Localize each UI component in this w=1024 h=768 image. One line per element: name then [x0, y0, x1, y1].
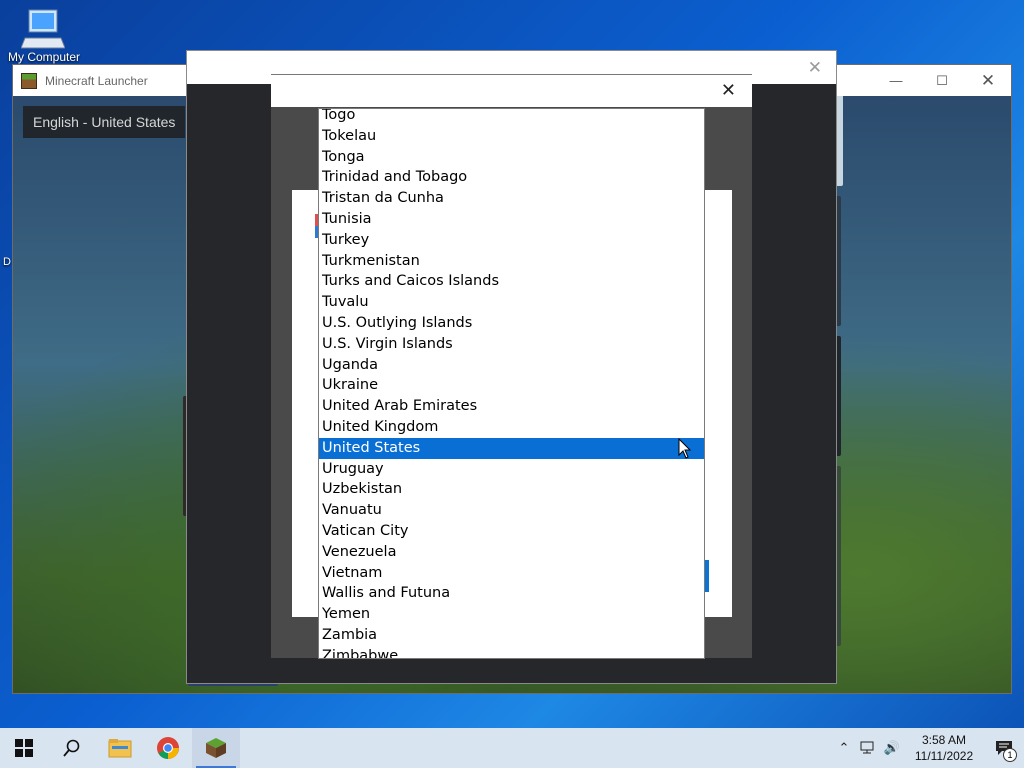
language-selector-button[interactable]: English - United States — [23, 106, 186, 138]
search-icon — [63, 739, 80, 757]
computer-icon — [21, 9, 65, 49]
chrome-button[interactable] — [144, 728, 192, 768]
country-option[interactable]: Uganda — [319, 355, 704, 376]
country-option[interactable]: Wallis and Futuna — [319, 583, 704, 604]
windows-logo-icon — [15, 739, 33, 757]
clock[interactable]: 3:58 AM 11/11/2022 — [904, 732, 984, 764]
country-option[interactable]: Uruguay — [319, 459, 704, 480]
clock-date: 11/11/2022 — [914, 749, 974, 763]
country-option[interactable]: Zimbabwe — [319, 646, 704, 658]
taskbar: ⌃ 🔊 3:58 AM 11/11/2022 1 — [0, 728, 1024, 768]
country-option[interactable]: Tonga — [319, 147, 704, 168]
chrome-icon — [157, 737, 179, 759]
country-option[interactable]: Vatican City — [319, 521, 704, 542]
desktop-icon-label: My Computer — [8, 50, 81, 64]
country-option[interactable]: United Arab Emirates — [319, 396, 704, 417]
notification-badge: 1 — [1003, 748, 1017, 762]
country-option[interactable]: Vanuatu — [319, 500, 704, 521]
mc-window-title: Minecraft Launcher — [45, 73, 148, 88]
close-button[interactable]: ✕ — [965, 65, 1011, 96]
minecraft-taskbar-button[interactable] — [192, 728, 240, 768]
country-options: Togo Tokelau Tonga Trinidad and Tobago Trist… — [319, 109, 704, 658]
start-button[interactable] — [0, 728, 48, 768]
country-dropdown-list[interactable]: Togo Tokelau Tonga Trinidad and Tobago Trist… — [318, 108, 705, 659]
country-option[interactable]: Tokelau — [319, 126, 704, 147]
desktop-side-label: D — [3, 256, 11, 268]
country-option[interactable]: Yemen — [319, 604, 704, 625]
maximize-button[interactable]: ☐ — [919, 65, 965, 96]
minecraft-block-icon — [206, 738, 226, 758]
country-option[interactable]: Trinidad and Tobago — [319, 167, 704, 188]
country-option[interactable]: U.S. Virgin Islands — [319, 334, 704, 355]
country-option[interactable]: Turkey — [319, 230, 704, 251]
country-option[interactable]: U.S. Outlying Islands — [319, 313, 704, 334]
mouse-cursor-icon — [678, 438, 692, 459]
notification-center-button[interactable]: 1 — [984, 728, 1024, 768]
country-option[interactable]: Ukraine — [319, 375, 704, 396]
country-option[interactable]: Venezuela — [319, 542, 704, 563]
system-tray: ⌃ 🔊 3:58 AM 11/11/2022 1 — [832, 728, 1024, 768]
country-option[interactable]: Tunisia — [319, 209, 704, 230]
network-icon[interactable] — [856, 728, 880, 768]
country-option[interactable]: Turks and Caicos Islands — [319, 271, 704, 292]
country-option[interactable]: United Kingdom — [319, 417, 704, 438]
country-option[interactable]: Turkmenistan — [319, 251, 704, 272]
country-option-selected[interactable]: United States — [319, 437, 704, 459]
outer-dialog-close-icon[interactable]: ✕ — [808, 58, 822, 78]
chevron-up-icon[interactable]: ⌃ — [832, 728, 856, 768]
minecraft-logo-icon — [21, 72, 37, 89]
clock-time: 3:58 AM — [921, 733, 967, 747]
country-option[interactable]: Togo — [319, 109, 704, 126]
minimize-button[interactable]: — — [873, 65, 919, 96]
country-option[interactable]: Zambia — [319, 625, 704, 646]
country-option[interactable]: Uzbekistan — [319, 479, 704, 500]
volume-icon[interactable]: 🔊 — [880, 728, 904, 768]
folder-icon — [108, 739, 132, 758]
region-dialog-titlebar: ✕ — [271, 74, 752, 107]
region-dialog-close-icon[interactable]: ✕ — [721, 80, 736, 101]
country-option[interactable]: Vietnam — [319, 563, 704, 584]
country-option[interactable]: Tristan da Cunha — [319, 188, 704, 209]
search-button[interactable] — [48, 728, 96, 768]
file-explorer-button[interactable] — [96, 728, 144, 768]
country-option[interactable]: Tuvalu — [319, 292, 704, 313]
